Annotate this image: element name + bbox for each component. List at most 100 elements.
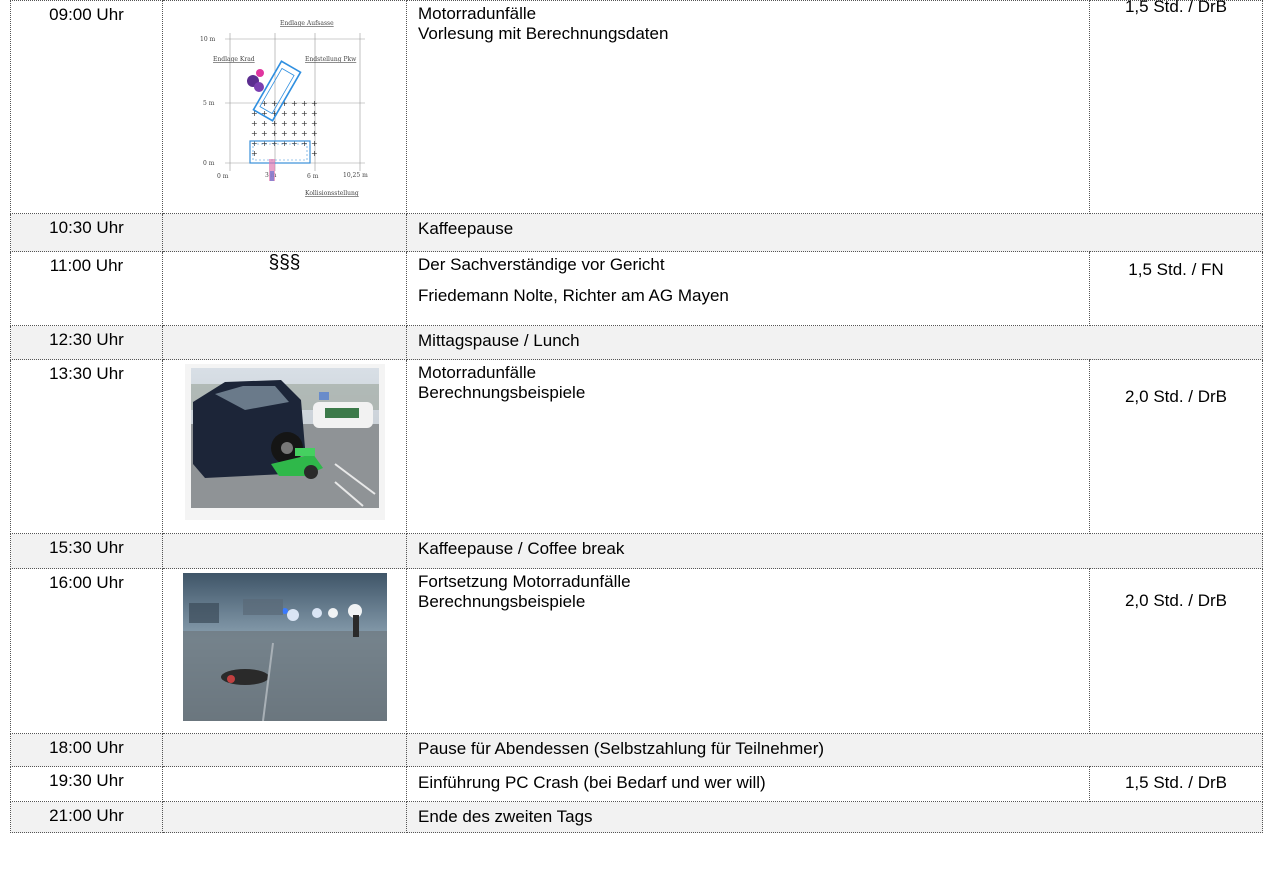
axis-label: 5 m [203, 100, 215, 107]
duration-text: 2,0 Std. / DrB [1124, 591, 1228, 610]
time-cell: 18:00 Uhr [10, 733, 163, 767]
session-title: Motorradunfälle [418, 4, 537, 23]
time-cell: 12:30 Uhr [10, 325, 163, 360]
svg-text:+: + [261, 129, 268, 138]
empty-cell [162, 213, 407, 252]
table-row: 19:30 Uhr Einführung PC Crash (bei Bedar… [10, 766, 1263, 802]
accident-diagram: 10 m 5 m 0 m 0 m 3 m 6 m 10,25 m Endlage… [200, 20, 368, 197]
svg-text:+: + [311, 129, 318, 138]
axis-label: 10,25 m [343, 172, 368, 179]
svg-text:+: + [271, 99, 278, 108]
night-crash-photo [182, 573, 387, 721]
svg-text:+: + [311, 149, 318, 158]
session-subtitle: Berechnungsbeispiele [418, 592, 586, 611]
description-cell: Fortsetzung Motorradunfälle Berechnungsb… [406, 568, 1090, 734]
axis-label: 0 m [203, 160, 215, 167]
svg-text:+: + [291, 109, 298, 118]
table-row: 09:00 Uhr 10 m 5 m 0 m 0 m 3 m [10, 0, 1263, 214]
svg-text:+: + [271, 139, 278, 148]
description-cell: Einführung PC Crash (bei Bedarf und wer … [406, 766, 1090, 802]
axis-label: 10 m [200, 36, 216, 43]
time-cell: 13:30 Uhr [10, 359, 163, 534]
empty-cell [162, 325, 407, 360]
session-title: Der Sachverständige vor Gericht [418, 255, 665, 274]
table-row: 12:30 Uhr Mittagspause / Lunch [10, 325, 1263, 360]
time-cell: 09:00 Uhr [10, 0, 163, 214]
svg-text:+: + [261, 119, 268, 128]
svg-text:+: + [301, 119, 308, 128]
session-title: Motorradunfälle [418, 363, 537, 382]
description-cell: Motorradunfälle Vorlesung mit Berechnung… [406, 0, 1090, 214]
duration-text: 1,5 Std. / DrB [1124, 0, 1228, 16]
svg-text:+: + [261, 139, 268, 148]
description-cell: Ende des zweiten Tags [406, 801, 1263, 833]
table-row: 18:00 Uhr Pause für Abendessen (Selbstza… [10, 733, 1263, 767]
diagram-label: Endstellung Pkw [305, 56, 357, 63]
duration-cell: 1,5 Std. / FN [1089, 251, 1263, 326]
diagram-label: Endlage Krad [213, 56, 255, 63]
description-cell: Kaffeepause / Coffee break [406, 533, 1263, 569]
diagram-label: Endlage Aufsasse [280, 20, 334, 27]
speaker-name: Friedemann Nolte, Richter am AG Mayen [418, 286, 729, 305]
image-cell [162, 359, 407, 534]
table-row: 21:00 Uhr Ende des zweiten Tags [10, 801, 1263, 833]
svg-text:+: + [311, 139, 318, 148]
empty-cell [162, 766, 407, 802]
svg-text:+: + [281, 139, 288, 148]
session-subtitle: Berechnungsbeispiele [418, 383, 586, 402]
description-cell: Pause für Abendessen (Selbstzahlung für … [406, 733, 1263, 767]
svg-text:+: + [291, 129, 298, 138]
time-cell: 11:00 Uhr [10, 251, 163, 326]
axis-label: 0 m [217, 173, 229, 180]
duration-cell: 2,0 Std. / DrB [1089, 359, 1263, 534]
empty-cell [162, 733, 407, 767]
svg-text:+: + [281, 129, 288, 138]
svg-text:+: + [301, 99, 308, 108]
time-cell: 15:30 Uhr [10, 533, 163, 569]
svg-text:+: + [311, 99, 318, 108]
svg-text:+: + [281, 119, 288, 128]
description-cell: Der Sachverständige vor Gericht Friedema… [406, 251, 1090, 326]
time-cell: 21:00 Uhr [10, 801, 163, 833]
session-title: Fortsetzung Motorradunfälle [418, 572, 631, 591]
svg-text:+: + [301, 139, 308, 148]
svg-text:+: + [291, 139, 298, 148]
table-row: 11:00 Uhr §§§ Der Sachverständige vor Ge… [10, 251, 1263, 326]
svg-text:+: + [291, 119, 298, 128]
svg-text:+: + [311, 109, 318, 118]
svg-text:+: + [291, 99, 298, 108]
session-subtitle: Vorlesung mit Berechnungsdaten [418, 24, 669, 43]
time-cell: 10:30 Uhr [10, 213, 163, 252]
svg-text:+: + [251, 139, 258, 148]
crash-photo [184, 364, 385, 520]
duration-cell: 2,0 Std. / DrB [1089, 568, 1263, 734]
time-cell: 16:00 Uhr [10, 568, 163, 734]
svg-text:+: + [251, 129, 258, 138]
duration-cell: 1,5 Std. / DrB [1089, 766, 1263, 802]
paragraph-symbol: §§§ [162, 251, 407, 326]
image-cell [162, 568, 407, 734]
diagram-label: Kollisionsstellung [305, 190, 359, 197]
svg-text:+: + [301, 109, 308, 118]
duration-text: 2,0 Std. / DrB [1124, 386, 1228, 406]
svg-text:+: + [281, 109, 288, 118]
description-cell: Motorradunfälle Berechnungsbeispiele [406, 359, 1090, 534]
svg-text:+: + [311, 119, 318, 128]
description-cell: Mittagspause / Lunch [406, 325, 1263, 360]
table-row: 13:30 Uhr Motorradunfälle Berechnungsbei… [10, 359, 1263, 534]
svg-text:+: + [301, 129, 308, 138]
time-cell: 19:30 Uhr [10, 766, 163, 802]
table-row: 10:30 Uhr Kaffeepause [10, 213, 1263, 252]
table-row: 15:30 Uhr Kaffeepause / Coffee break [10, 533, 1263, 569]
empty-cell [162, 533, 407, 569]
image-cell: 10 m 5 m 0 m 0 m 3 m 6 m 10,25 m Endlage… [162, 0, 407, 214]
axis-label: 6 m [307, 173, 319, 180]
svg-text:+: + [251, 119, 258, 128]
description-cell: Kaffeepause [406, 213, 1263, 252]
schedule-table: 09:00 Uhr 10 m 5 m 0 m 0 m 3 m [10, 0, 1263, 833]
table-row: 16:00 Uhr Fortsetzung Motorradunfälle Be… [10, 568, 1263, 734]
svg-text:+: + [271, 129, 278, 138]
duration-cell: 1,5 Std. / DrB [1089, 0, 1263, 214]
svg-text:+: + [251, 149, 258, 158]
empty-cell [162, 801, 407, 833]
